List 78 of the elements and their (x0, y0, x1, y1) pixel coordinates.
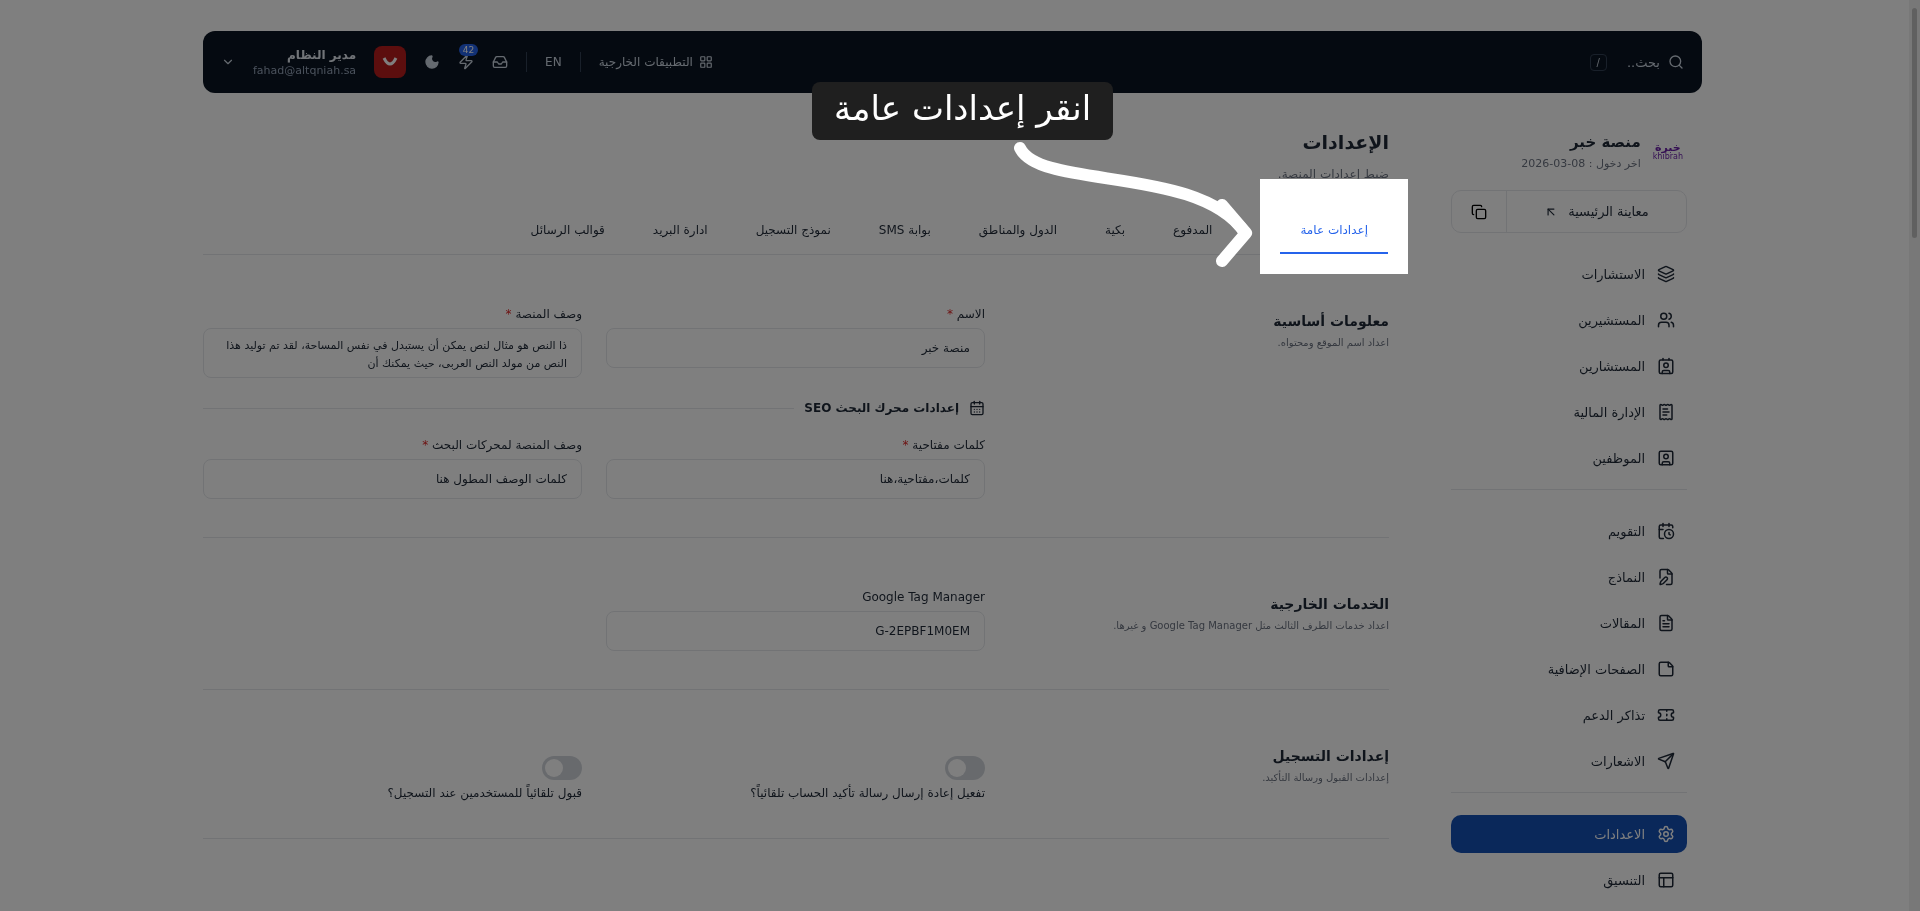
toggle-label: تفعيل إعادة إرسال رسالة تأكيد الحساب تلقائياً؟ (750, 786, 985, 800)
section-description: إعدادات القبول ورسالة التأكيد. (1261, 772, 1389, 783)
avatar[interactable] (374, 46, 407, 78)
ticket-icon (1657, 706, 1675, 724)
last-login: اخر دخول : 08-03-2026 (1521, 157, 1641, 170)
sidebar-item[interactable]: المستشيرين (1451, 297, 1687, 343)
calendar-clock-icon (1657, 522, 1675, 540)
platform-name: منصة خبر (1568, 133, 1641, 151)
sidebar-item[interactable]: الاستشارات (1451, 251, 1687, 297)
inbox-icon[interactable] (492, 54, 509, 70)
sidebar-item[interactable]: النماذج (1451, 554, 1687, 600)
sidebar-item[interactable]: المقالات (1451, 600, 1687, 646)
required-mark: * (946, 307, 953, 321)
input-field[interactable]: منصة خبر (606, 328, 985, 368)
toggle-label: قبول تلقائياً للمستخدمين عند التسجيل؟ (387, 786, 582, 800)
layout-icon (1657, 871, 1675, 889)
sidebar-item[interactable]: المستشارين (1451, 343, 1687, 389)
sidebar-item[interactable]: الإدارة المالية (1451, 389, 1687, 435)
sidebar-item[interactable]: التقويم (1451, 508, 1687, 554)
sidebar-item[interactable]: الموظفين (1451, 435, 1687, 481)
sidebar-item[interactable]: التنسيق (1451, 857, 1687, 903)
receipt-icon (1657, 403, 1675, 421)
settings-icon (1657, 825, 1675, 843)
tutorial-callout: انقر إعدادات عامة (812, 82, 1114, 140)
users-icon (1657, 311, 1675, 329)
shortcut-key: / (1589, 53, 1607, 71)
field-label: الاسم * (945, 307, 985, 321)
send-icon (1657, 752, 1675, 770)
tab[interactable]: قوالب الرسائل (530, 207, 605, 254)
file-pen-icon (1657, 568, 1675, 586)
sidebar-item[interactable]: الاعدادات (1451, 815, 1687, 853)
input-field[interactable]: كلمات الوصف المطول هنا (203, 459, 582, 499)
sidebar-item[interactable]: تذاكر الدعم (1451, 692, 1687, 738)
sidebar-item[interactable]: الاشعارات (1451, 738, 1687, 784)
section-title: إعدادات التسجيل (1271, 748, 1389, 764)
field-label: كلمات مفتاحية * (901, 438, 985, 452)
tab[interactable]: المدفوع (1173, 207, 1213, 254)
user-email: fahad@altqniah.sa (253, 63, 357, 77)
search-field[interactable]: بحث.. / (1589, 53, 1684, 71)
field-label: وصف المنصة * (504, 307, 582, 321)
tab[interactable]: بوابة SMS (878, 207, 931, 254)
section-title: معلومات أساسية (1272, 313, 1389, 329)
required-mark: * (422, 438, 429, 452)
lightning-icon[interactable] (458, 54, 475, 70)
user-name: مدير النظام (286, 47, 357, 62)
sidebar-item[interactable]: الصفحات الإضافية (1451, 646, 1687, 692)
language-button[interactable]: EN (545, 55, 562, 69)
scrollbar-thumb[interactable] (1912, 8, 1917, 238)
textarea-field[interactable]: ذا النص هو مثال لنص يمكن أن يستبدل في نفس المساحة، لقد تم توليد هذا النص من مولد النص العربى، حيث يمكنك أن (203, 328, 582, 378)
section-description: اعداد خدمات الطرف الثالث مثل Google Tag Manager و غيرها. (1112, 620, 1389, 631)
tab[interactable]: الدول والمناطق (978, 207, 1058, 254)
tab[interactable]: إعدادات عامة (1280, 207, 1388, 254)
calendar-icon (969, 400, 985, 416)
apps-link[interactable]: التطبيقات الخارجية (598, 55, 713, 69)
layers-icon (1657, 265, 1675, 283)
section-title: الخدمات الخارجية (1269, 596, 1389, 612)
input-field[interactable]: كلمات،مفتاحية،هنا (606, 459, 985, 499)
search-icon (1668, 54, 1684, 70)
moon-icon[interactable] (424, 54, 441, 70)
copy-icon (1471, 203, 1487, 220)
note-icon (1657, 660, 1675, 678)
document-icon (1657, 614, 1675, 632)
tab[interactable]: ادارة البريد (652, 207, 708, 254)
user-square-icon (1657, 449, 1675, 467)
page-subtitle: ضبط إعدادات المنصة. (1277, 167, 1389, 181)
tab[interactable]: بكية (1105, 207, 1126, 254)
tab[interactable]: نموذج التسجيل (755, 207, 831, 254)
grid-icon (698, 55, 713, 69)
notification-badge: 42 (458, 44, 479, 56)
required-mark: * (505, 307, 512, 321)
subsection-heading: إعدادات محرك البحث SEO (804, 401, 959, 415)
contact-card-icon (1657, 357, 1675, 375)
section-description: اعداد اسم الموقع ومحتواه. (1276, 337, 1389, 348)
required-mark: * (902, 438, 909, 452)
input-field[interactable]: G-2EPBF1M0EM (606, 611, 985, 651)
field-label: وصف المنصة لمحركات البحث * (421, 438, 582, 452)
field-label: Google Tag Manager (861, 590, 985, 604)
page-title: الإعدادات (1302, 131, 1389, 153)
